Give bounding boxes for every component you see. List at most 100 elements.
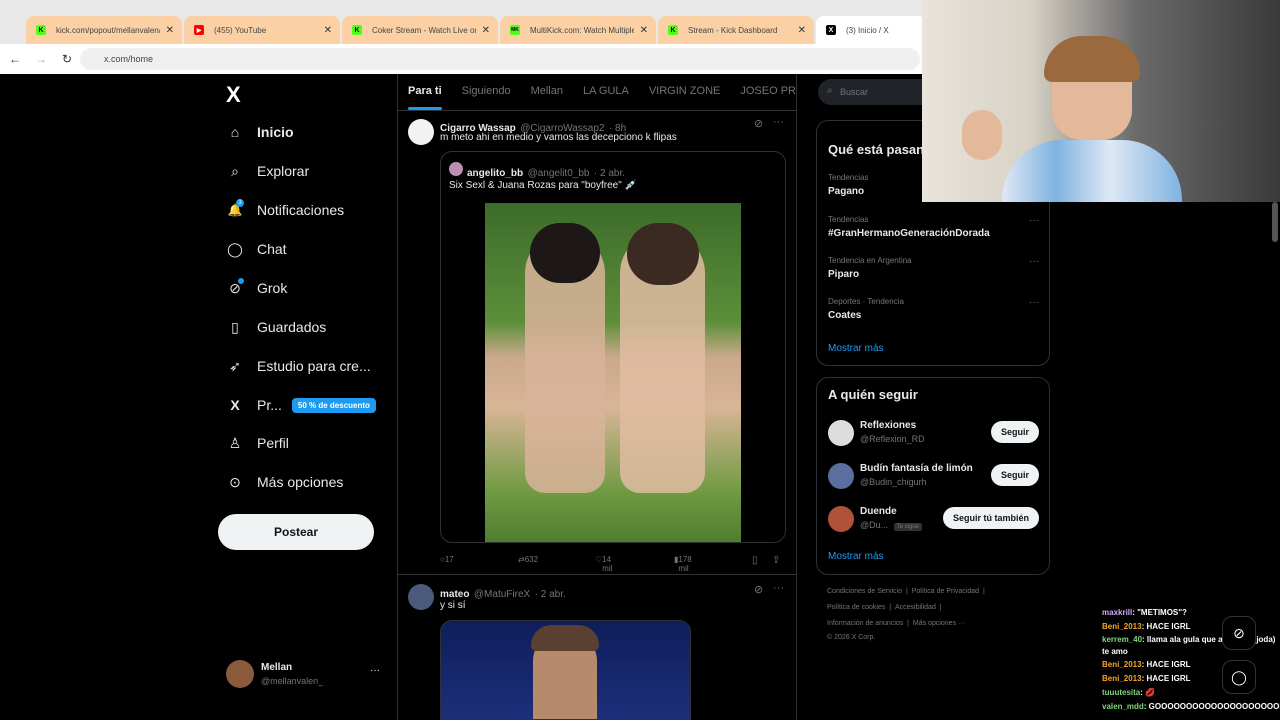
sidebar-item-perfil[interactable]: ♙ Perfil bbox=[226, 428, 289, 458]
tweet-text: m meto ahi en medio y vamos las decepcio… bbox=[440, 132, 677, 143]
close-tab-icon[interactable]: ✕ bbox=[798, 25, 806, 36]
tweet[interactable]: Cigarro Wassap @CigarroWassap2 · 8h ⊘ ··… bbox=[398, 111, 796, 575]
sidebar-item-label: Estudio para cre... bbox=[257, 358, 371, 374]
avatar[interactable] bbox=[828, 420, 854, 446]
sidebar-item-label: Explorar bbox=[257, 163, 310, 179]
footer-link[interactable]: Accesibilidad bbox=[895, 604, 936, 611]
follow-button[interactable]: Seguir bbox=[990, 464, 1039, 486]
trend-name[interactable]: Coates bbox=[828, 310, 861, 321]
trend-name[interactable]: #GranHermanoGeneraciónDorada bbox=[828, 228, 990, 239]
retweet-button[interactable]: ⇄ 632 bbox=[518, 555, 538, 564]
url-text: x.com/home bbox=[104, 54, 154, 64]
back-icon[interactable]: ← bbox=[4, 52, 26, 66]
tab-virgin-zone[interactable]: VIRGIN ZONE bbox=[639, 74, 731, 110]
post-button[interactable]: Postear bbox=[218, 514, 374, 550]
close-tab-icon[interactable]: ✕ bbox=[166, 25, 174, 36]
more-circle-icon: ⊙ bbox=[229, 473, 241, 490]
tab-siguiendo[interactable]: Siguiendo bbox=[452, 74, 521, 110]
close-tab-icon[interactable]: ✕ bbox=[482, 25, 490, 36]
forward-icon[interactable]: → bbox=[30, 52, 52, 66]
footer-link[interactable]: Condiciones de Servicio bbox=[827, 588, 902, 595]
url-input[interactable]: x.com/home bbox=[80, 48, 920, 70]
tweet[interactable]: mateo @MatuFireX · 2 abr. ⊘ ··· y si sí bbox=[398, 576, 796, 720]
follow-name[interactable]: Budín fantasía de limón bbox=[860, 463, 973, 474]
tab-la-gula[interactable]: LA GULA bbox=[573, 74, 639, 110]
close-tab-icon[interactable]: ✕ bbox=[640, 25, 648, 36]
share-icon[interactable]: ⇪ bbox=[772, 555, 780, 566]
footer-link[interactable]: Información de anuncios bbox=[827, 620, 903, 627]
like-button[interactable]: ♡ 14 mil bbox=[595, 555, 612, 573]
sidebar-item-premium[interactable]: X Pr... 50 % de descuento bbox=[226, 390, 376, 420]
reply-button[interactable]: ○ 17 bbox=[440, 555, 454, 564]
youtube-favicon-icon: ▶ bbox=[194, 25, 204, 35]
tab-joseo-prime[interactable]: JOSEO PRIME bbox=[730, 74, 796, 110]
account-switcher[interactable]: Mellan @mellanvalen_ ··· bbox=[226, 660, 396, 690]
tweet-author-handle[interactable]: @MatuFireX bbox=[474, 589, 530, 600]
footer-link[interactable]: Más opciones ··· bbox=[913, 620, 965, 627]
more-icon[interactable]: ··· bbox=[773, 582, 784, 594]
grok-icon[interactable]: ⊘ bbox=[754, 583, 763, 596]
avatar[interactable] bbox=[408, 119, 434, 145]
browser-tab[interactable]: MK MultiKick.com: Watch Multiple ✕ bbox=[500, 16, 656, 44]
sidebar-item-label: Notificaciones bbox=[257, 202, 345, 218]
sidebar-item-estudio[interactable]: ➶ Estudio para cre... bbox=[226, 351, 371, 381]
webcam-overlay bbox=[922, 0, 1280, 202]
tweet-photo[interactable] bbox=[440, 620, 691, 720]
avatar[interactable] bbox=[828, 463, 854, 489]
browser-tab-active[interactable]: X (3) Inicio / X bbox=[816, 16, 926, 44]
messages-floating-icon[interactable]: ◯ bbox=[1222, 660, 1256, 694]
follow-button[interactable]: Seguir bbox=[990, 421, 1039, 443]
follow-name[interactable]: Reflexiones bbox=[860, 420, 916, 431]
browser-tab[interactable]: ▶ (455) YouTube ✕ bbox=[184, 16, 340, 44]
grok-floating-icon[interactable]: ⊘ bbox=[1222, 616, 1256, 650]
show-more-link[interactable]: Mostrar más bbox=[828, 551, 884, 562]
more-icon[interactable]: ··· bbox=[370, 665, 380, 676]
sidebar-item-inicio[interactable]: ⌂ Inicio bbox=[226, 117, 294, 147]
sidebar-item-chat[interactable]: ◯ Chat bbox=[226, 234, 286, 264]
sidebar-item-grok[interactable]: ⊘ Grok bbox=[226, 273, 287, 303]
sidebar-item-label: Inicio bbox=[257, 124, 294, 140]
more-icon[interactable]: ··· bbox=[1029, 215, 1039, 226]
sidebar-item-mas-opciones[interactable]: ⊙ Más opciones bbox=[226, 467, 343, 497]
more-icon[interactable]: ··· bbox=[1029, 256, 1039, 267]
browser-tab[interactable]: K kick.com/popout/mellanvalen/c ✕ bbox=[26, 16, 182, 44]
show-more-link[interactable]: Mostrar más bbox=[828, 343, 884, 354]
reload-icon[interactable]: ↻ bbox=[56, 52, 78, 66]
avatar[interactable] bbox=[408, 584, 434, 610]
sidebar-item-guardados[interactable]: ▯ Guardados bbox=[226, 312, 326, 342]
chat-message: valen_mdd: GOOOOOOOOOOOOOOOOOOOOL bbox=[1102, 702, 1280, 711]
kick-favicon-icon: K bbox=[668, 25, 678, 35]
trend-name[interactable]: Piparo bbox=[828, 269, 859, 280]
timeline-tabs: Para ti Siguiendo Mellan LA GULA VIRGIN … bbox=[398, 74, 796, 110]
scrollbar[interactable] bbox=[1272, 202, 1278, 242]
tab-para-ti[interactable]: Para ti bbox=[398, 74, 452, 110]
sidebar-item-label: Guardados bbox=[257, 319, 327, 335]
views-button[interactable]: ▮ 178 mil bbox=[674, 555, 692, 573]
follow-handle: @Budin_chigurh bbox=[860, 477, 927, 487]
quote-photo[interactable] bbox=[485, 203, 741, 542]
quote-author-handle: @angelit0_bb bbox=[527, 168, 590, 179]
search-icon: ⌕ bbox=[231, 162, 239, 179]
follow-back-button[interactable]: Seguir tú también bbox=[942, 507, 1039, 529]
tab-mellan[interactable]: Mellan bbox=[521, 74, 573, 110]
browser-tab[interactable]: K Coker Stream - Watch Live or ✕ bbox=[342, 16, 498, 44]
more-icon[interactable]: ··· bbox=[773, 116, 784, 128]
more-icon[interactable]: ··· bbox=[1029, 297, 1039, 308]
avatar[interactable] bbox=[828, 506, 854, 532]
trend-name[interactable]: Pagano bbox=[828, 186, 864, 197]
tweet-time[interactable]: · 2 abr. bbox=[535, 589, 566, 600]
sidebar-item-notificaciones[interactable]: 🔔 3 Notificaciones bbox=[226, 195, 344, 225]
sidebar-item-explorar[interactable]: ⌕ Explorar bbox=[226, 156, 309, 186]
footer-link[interactable]: Política de cookies bbox=[827, 604, 885, 611]
footer-link[interactable]: Política de Privacidad bbox=[912, 588, 979, 595]
follow-name[interactable]: Duende bbox=[860, 506, 897, 517]
x-logo-icon[interactable]: X bbox=[226, 82, 241, 108]
quote-author-name: angelito_bb bbox=[467, 168, 524, 179]
browser-tab[interactable]: K Stream - Kick Dashboard ✕ bbox=[658, 16, 814, 44]
quoted-tweet[interactable]: angelito_bb @angelit0_bb · 2 abr. Six Se… bbox=[440, 151, 786, 543]
grok-icon[interactable]: ⊘ bbox=[754, 117, 763, 130]
trend-category: Tendencia en Argentina bbox=[828, 256, 912, 265]
close-tab-icon[interactable]: ✕ bbox=[324, 25, 332, 36]
bookmark-icon[interactable]: ▯ bbox=[752, 555, 758, 566]
tweet-author-name[interactable]: mateo bbox=[440, 589, 469, 600]
